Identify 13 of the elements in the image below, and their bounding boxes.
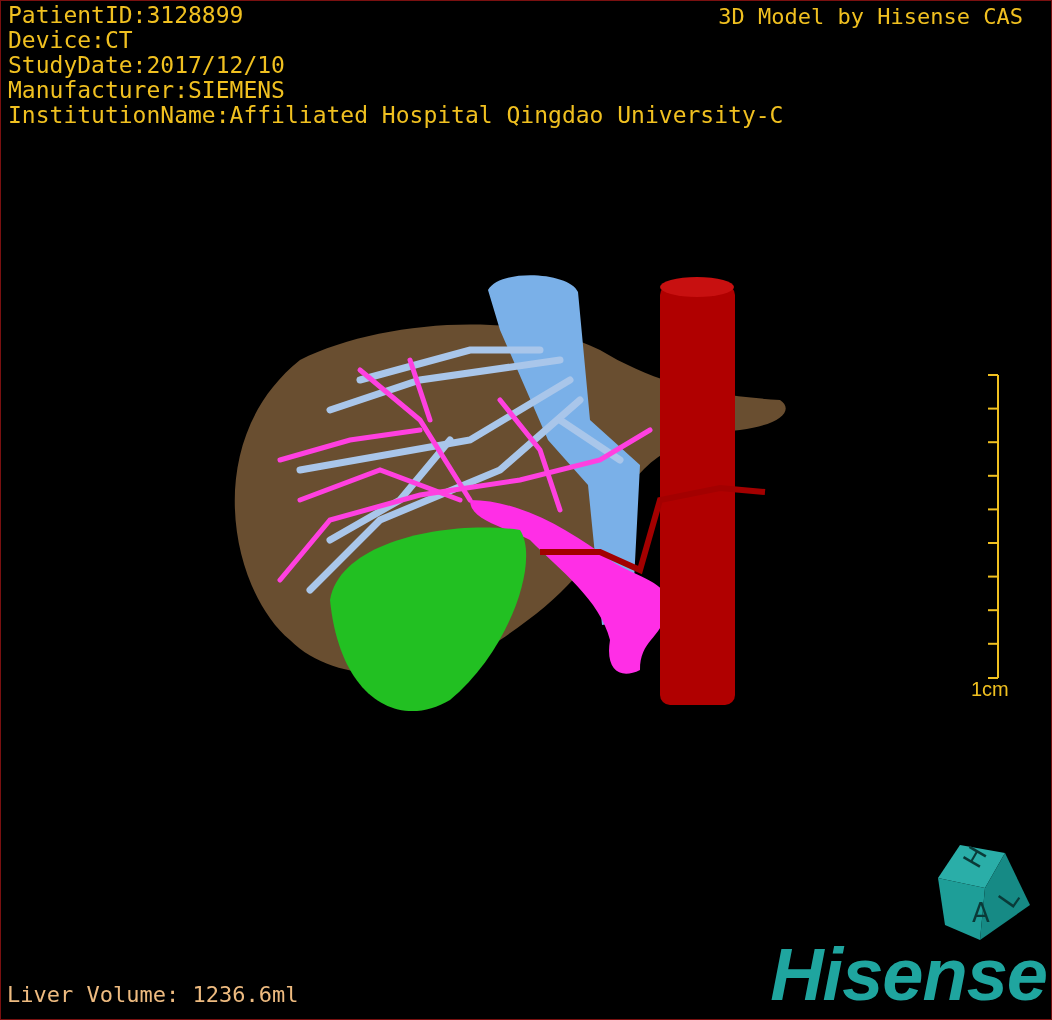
cube-label: A [972, 898, 990, 928]
scale-label: 1cm [971, 678, 1009, 701]
liver-volume-text: Liver Volume: 1236.6ml [7, 982, 299, 1007]
patient-info-text: Device:CT [8, 28, 133, 53]
patient-info-text: InstitutionName:Affiliated Hospital Qingdao University-C [8, 103, 784, 128]
scale-bar-icon [987, 374, 999, 679]
brand-logo: Hisense [770, 935, 1047, 1015]
patient-info-text: StudyDate:2017/12/10 [8, 53, 285, 78]
cube-label: L [992, 884, 1026, 914]
cube-label: H [957, 841, 993, 873]
patient-info-text: Manufacturer:SIEMENS [8, 78, 285, 103]
patient-info-text: PatientID:3128899 [8, 3, 244, 28]
viewer-title: 3D Model by Hisense CAS [718, 3, 1023, 31]
